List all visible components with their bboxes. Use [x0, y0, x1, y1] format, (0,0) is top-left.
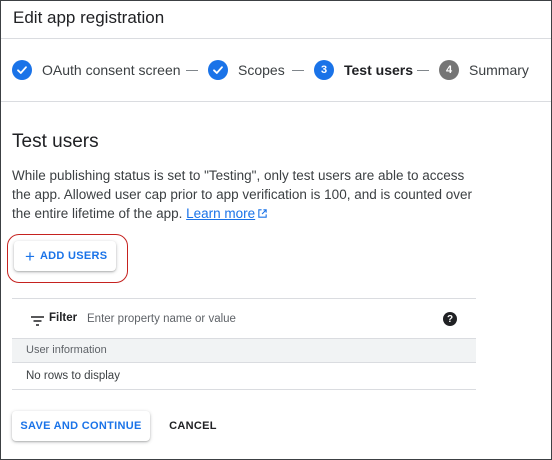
empty-state-text: No rows to display [26, 370, 120, 382]
filter-label: Filter [49, 312, 78, 324]
open-in-new-icon [257, 205, 268, 224]
page-title: Edit app registration [13, 8, 165, 27]
save-and-continue-button[interactable]: SAVE AND CONTINUE [12, 411, 150, 441]
help-icon[interactable]: ? [443, 312, 457, 326]
step-label: Summary [469, 62, 529, 78]
step-label: OAuth consent screen [42, 62, 181, 78]
filter-icon [31, 313, 44, 331]
dialog-frame: Edit app registration OAuth consent scre… [0, 0, 552, 460]
add-users-button[interactable]: + ADD USERS [14, 241, 116, 271]
step-label: Scopes [238, 62, 285, 78]
column-header-user-information[interactable]: User information [12, 339, 476, 363]
check-icon [208, 60, 228, 80]
step-scopes[interactable]: Scopes [208, 59, 285, 81]
add-users-label: ADD USERS [39, 250, 108, 262]
learn-more-label: Learn more [186, 206, 256, 221]
step-summary[interactable]: 4 Summary [439, 59, 529, 81]
step-label: Test users [344, 62, 413, 78]
cancel-button[interactable]: CANCEL [158, 411, 228, 441]
step-oauth-consent-screen[interactable]: OAuth consent screen [12, 59, 181, 81]
filter-input[interactable] [87, 308, 427, 330]
check-icon [12, 60, 32, 80]
step-connector [186, 70, 198, 71]
section-description: While publishing status is set to "Testi… [12, 166, 482, 224]
step-number-badge: 4 [439, 60, 459, 80]
step-connector [292, 70, 304, 71]
page-header: Edit app registration [1, 1, 551, 39]
step-test-users[interactable]: 3 Test users [314, 59, 413, 81]
stepper: OAuth consent screen Scopes 3 Test users… [1, 39, 551, 102]
step-number-badge: 3 [314, 60, 334, 80]
step-connector [417, 70, 429, 71]
learn-more-link[interactable]: Learn more [186, 206, 255, 221]
plus-icon: + [25, 246, 35, 266]
column-header-label: User information [26, 344, 107, 356]
test-users-table: Filter ? User information No rows to dis… [12, 298, 476, 390]
filter-bar: Filter ? [12, 299, 476, 339]
section-title: Test users [12, 131, 99, 152]
